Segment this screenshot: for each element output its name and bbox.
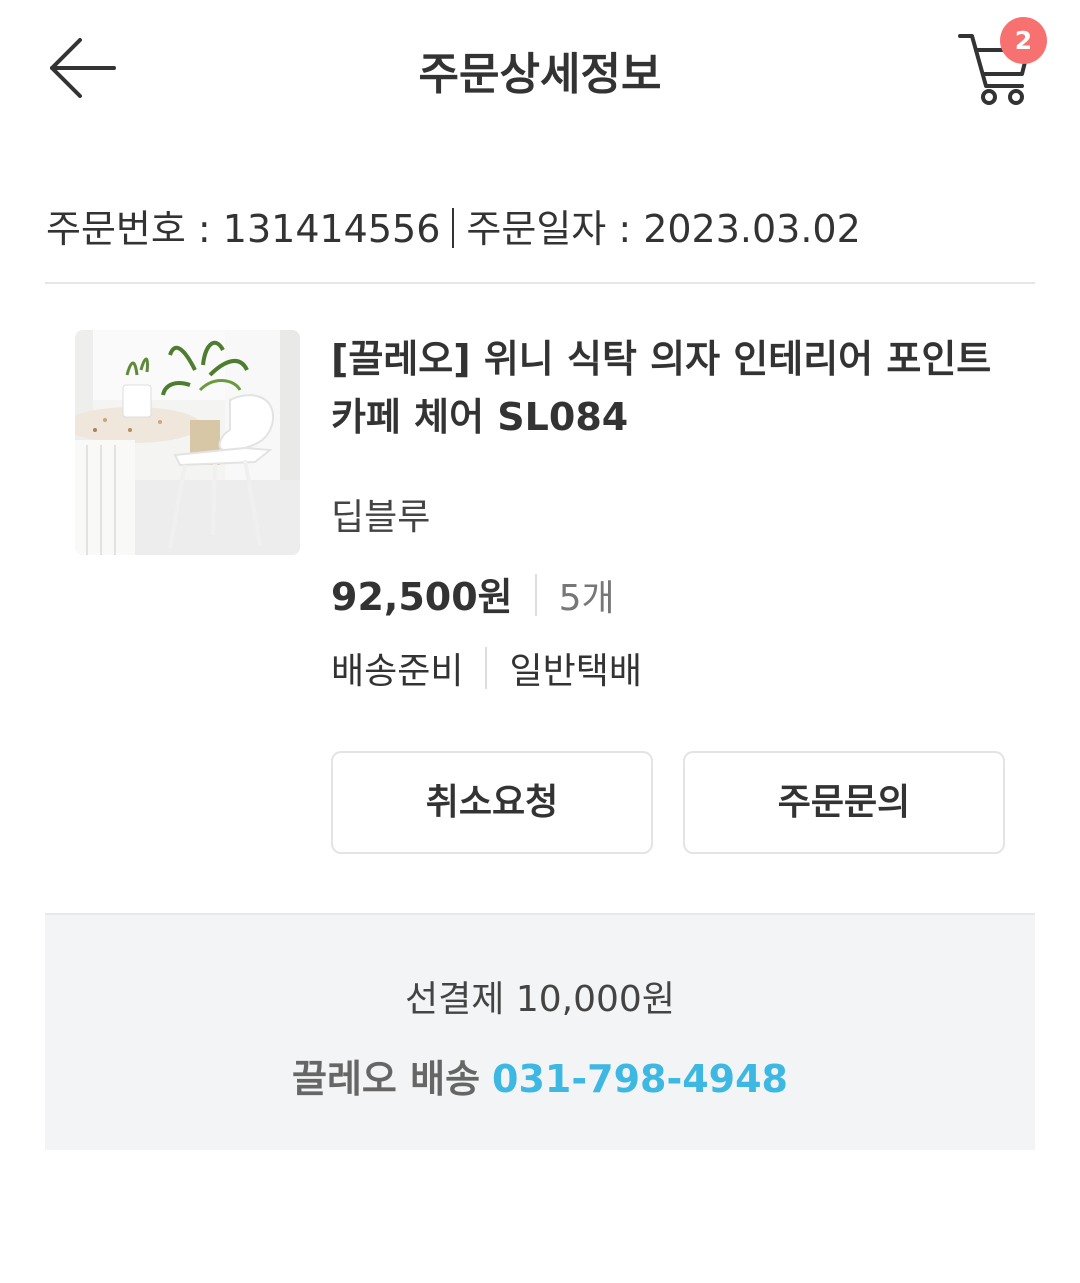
product-quantity: 5개 bbox=[558, 578, 615, 619]
cart-count-badge: 2 bbox=[1000, 17, 1047, 64]
product-photo-image bbox=[75, 330, 300, 555]
shipping-method: 일반택배 bbox=[509, 651, 642, 692]
cancel-request-button[interactable]: 취소요청 bbox=[331, 751, 653, 854]
product-thumbnail[interactable] bbox=[75, 330, 300, 555]
order-meta: 주문번호 : 131414556 주문일자 : 2023.03.02 bbox=[46, 198, 861, 253]
order-status: 배송준비 bbox=[331, 651, 464, 692]
price-quantity-row: 92,500원 5개 bbox=[331, 566, 615, 621]
carrier-row: 끌레오 배송 031-798-4948 bbox=[45, 1048, 1035, 1103]
delivery-info-box: 선결제 10,000원 끌레오 배송 031-798-4948 bbox=[45, 913, 1035, 1150]
carrier-name: 끌레오 배송 bbox=[292, 1057, 481, 1101]
price-separator bbox=[534, 574, 537, 616]
section-divider bbox=[45, 282, 1035, 284]
product-option: 딥블루 bbox=[331, 497, 431, 538]
order-inquiry-button[interactable]: 주문문의 bbox=[683, 751, 1005, 854]
product-price: 92,500원 bbox=[331, 575, 513, 619]
page-title: 주문상세정보 bbox=[418, 49, 662, 100]
product-name[interactable]: [끌레오] 위니 식탁 의자 인테리어 포인트 카페 체어 SL084 bbox=[331, 330, 1011, 446]
order-number: 주문번호 : 131414556 bbox=[46, 207, 441, 251]
order-date: 주문일자 : 2023.03.02 bbox=[466, 207, 861, 251]
app-header: 주문상세정보 2 bbox=[0, 0, 1080, 135]
order-meta-separator bbox=[452, 208, 455, 248]
shipping-status-row: 배송준비 일반택배 bbox=[331, 642, 642, 694]
status-separator bbox=[485, 647, 488, 689]
carrier-phone-link[interactable]: 031-798-4948 bbox=[492, 1057, 788, 1101]
prepaid-shipping-fee: 선결제 10,000원 bbox=[405, 979, 675, 1020]
